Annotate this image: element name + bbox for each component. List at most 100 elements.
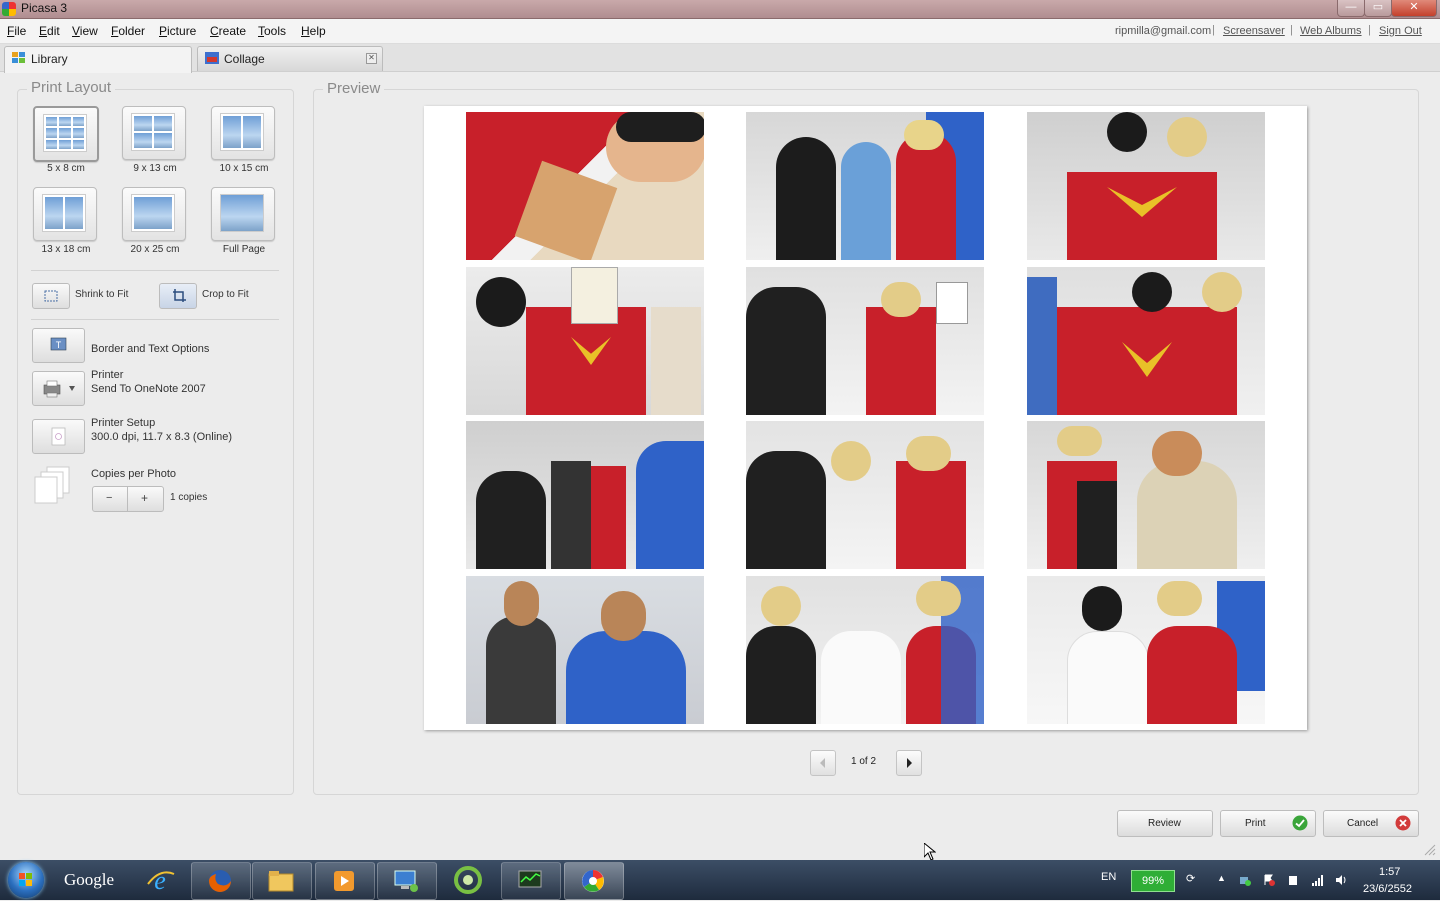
taskbar-system-monitor[interactable] — [501, 862, 561, 900]
tab-collage[interactable]: Collage ✕ — [197, 46, 383, 71]
printer-label: Printer — [91, 369, 124, 381]
close-window-button[interactable]: ✕ — [1391, 0, 1437, 17]
next-page-button[interactable] — [896, 750, 922, 776]
layout-20x25-button[interactable] — [122, 187, 186, 241]
resize-grip-icon[interactable] — [1420, 840, 1436, 856]
cancel-button[interactable]: Cancel — [1323, 810, 1419, 837]
layout-13x18-label: 13 x 18 cm — [41, 244, 91, 255]
taskbar-media-player[interactable] — [315, 862, 375, 900]
menu-tools[interactable]: Tools — [258, 24, 286, 38]
power-plug-icon[interactable] — [1287, 874, 1299, 886]
show-hidden-icons-icon[interactable]: ▲ — [1217, 873, 1226, 883]
review-button-label: Review — [1148, 818, 1181, 829]
layout-5x8-button[interactable] — [33, 106, 99, 162]
photo-thumbnail[interactable] — [746, 267, 984, 415]
page-setup-icon — [51, 427, 66, 446]
menu-view[interactable]: View — [72, 24, 98, 38]
svg-text:T: T — [56, 340, 62, 350]
photo-thumbnail[interactable] — [1027, 421, 1265, 569]
page-indicator: 1 of 2 — [851, 756, 877, 767]
previous-page-button[interactable] — [810, 750, 836, 776]
wifi-signal-icon[interactable] — [1311, 874, 1323, 886]
photo-thumbnail[interactable] — [466, 112, 704, 260]
copies-increase-button[interactable]: + — [127, 486, 164, 512]
review-button[interactable]: Review — [1117, 810, 1213, 837]
svg-text:e: e — [154, 866, 166, 895]
google-taskbar-label[interactable]: Google — [64, 870, 114, 890]
screensaver-link[interactable]: Screensaver — [1223, 25, 1285, 37]
layout-9x13-button[interactable] — [122, 106, 186, 160]
clock-time[interactable]: 1:57 — [1379, 866, 1400, 878]
photo-thumbnail[interactable] — [746, 421, 984, 569]
taskbar-explorer[interactable] — [252, 862, 312, 900]
maximize-button[interactable]: ▭ — [1364, 0, 1392, 17]
menu-edit[interactable]: Edit — [39, 24, 60, 38]
window-title: Picasa 3 — [21, 1, 68, 15]
photo-thumbnail[interactable] — [1027, 267, 1265, 415]
print-preview-page — [424, 106, 1307, 730]
menu-file[interactable]: File — [7, 24, 26, 38]
chevron-left-icon — [820, 758, 825, 768]
folder-icon — [268, 871, 294, 892]
print-button[interactable]: Print — [1220, 810, 1316, 837]
separator: | — [1212, 24, 1215, 36]
crop-to-fit-button[interactable] — [159, 283, 197, 309]
border-text-options-button[interactable]: T — [32, 328, 85, 363]
sync-icon[interactable]: ⟳ — [1186, 872, 1195, 885]
battery-indicator[interactable]: 99% — [1131, 870, 1175, 892]
cancel-button-label: Cancel — [1347, 818, 1379, 829]
photo-thumbnail[interactable] — [746, 112, 984, 260]
layout-full-page-button[interactable] — [211, 187, 275, 241]
volume-icon[interactable] — [1335, 874, 1347, 886]
photo-thumbnail[interactable] — [466, 267, 704, 415]
layout-13x18-button[interactable] — [33, 187, 97, 241]
internet-explorer-icon[interactable]: e — [144, 864, 176, 896]
divider — [31, 319, 279, 320]
network-tray-icon[interactable] — [1239, 874, 1251, 886]
photo-thumbnail[interactable] — [1027, 112, 1265, 260]
account-email: ripmilla@gmail.com — [1115, 25, 1212, 37]
taskbar-firefox[interactable] — [191, 862, 251, 900]
language-indicator[interactable]: EN — [1101, 871, 1116, 883]
printer-select-button[interactable] — [32, 371, 85, 406]
shrink-icon — [44, 290, 58, 302]
menu-bar: File Edit View Folder Picture Create Too… — [0, 19, 1440, 44]
copies-per-photo-label: Copies per Photo — [91, 468, 176, 480]
web-albums-link[interactable]: Web Albums — [1300, 25, 1362, 37]
taskbar-remote-desktop[interactable] — [377, 862, 437, 900]
photo-thumbnail[interactable] — [466, 421, 704, 569]
clock-date[interactable]: 23/6/2552 — [1363, 883, 1412, 895]
layout-preview-icon — [220, 194, 264, 232]
action-center-icon[interactable] — [1263, 874, 1275, 886]
library-icon — [12, 52, 25, 63]
photo-thumbnail[interactable] — [1027, 576, 1265, 724]
print-button-label: Print — [1245, 818, 1266, 829]
menu-help[interactable]: Help — [301, 24, 326, 38]
menu-create[interactable]: Create — [210, 24, 246, 38]
taskbar-picasa[interactable] — [564, 862, 624, 900]
sign-out-link[interactable]: Sign Out — [1379, 25, 1422, 37]
printer-setup-button[interactable] — [32, 419, 85, 454]
picasa-app-icon — [2, 2, 16, 16]
layout-10x15-button[interactable] — [211, 106, 275, 160]
crop-to-fit-label: Crop to Fit — [202, 289, 249, 300]
checkmark-icon — [1292, 815, 1308, 831]
menu-picture[interactable]: Picture — [159, 24, 196, 38]
cancel-x-icon — [1395, 815, 1411, 831]
green-swirl-app-icon[interactable] — [452, 864, 484, 896]
photo-thumbnail[interactable] — [466, 576, 704, 724]
tab-collage-label: Collage — [224, 52, 265, 66]
plus-icon: + — [141, 491, 149, 505]
tab-library[interactable]: Library — [4, 46, 192, 73]
layout-preview-icon — [42, 194, 86, 232]
minimize-button[interactable]: — — [1337, 0, 1365, 17]
copies-decrease-button[interactable]: − — [92, 486, 129, 512]
printer-setup-label: Printer Setup — [91, 417, 156, 429]
menu-folder[interactable]: Folder — [111, 24, 145, 38]
shrink-to-fit-button[interactable] — [32, 283, 70, 309]
photo-thumbnail[interactable] — [746, 576, 984, 724]
start-button[interactable] — [8, 862, 44, 898]
media-player-icon — [334, 871, 354, 891]
close-tab-icon[interactable]: ✕ — [366, 53, 377, 64]
windows-logo-icon — [19, 873, 32, 886]
